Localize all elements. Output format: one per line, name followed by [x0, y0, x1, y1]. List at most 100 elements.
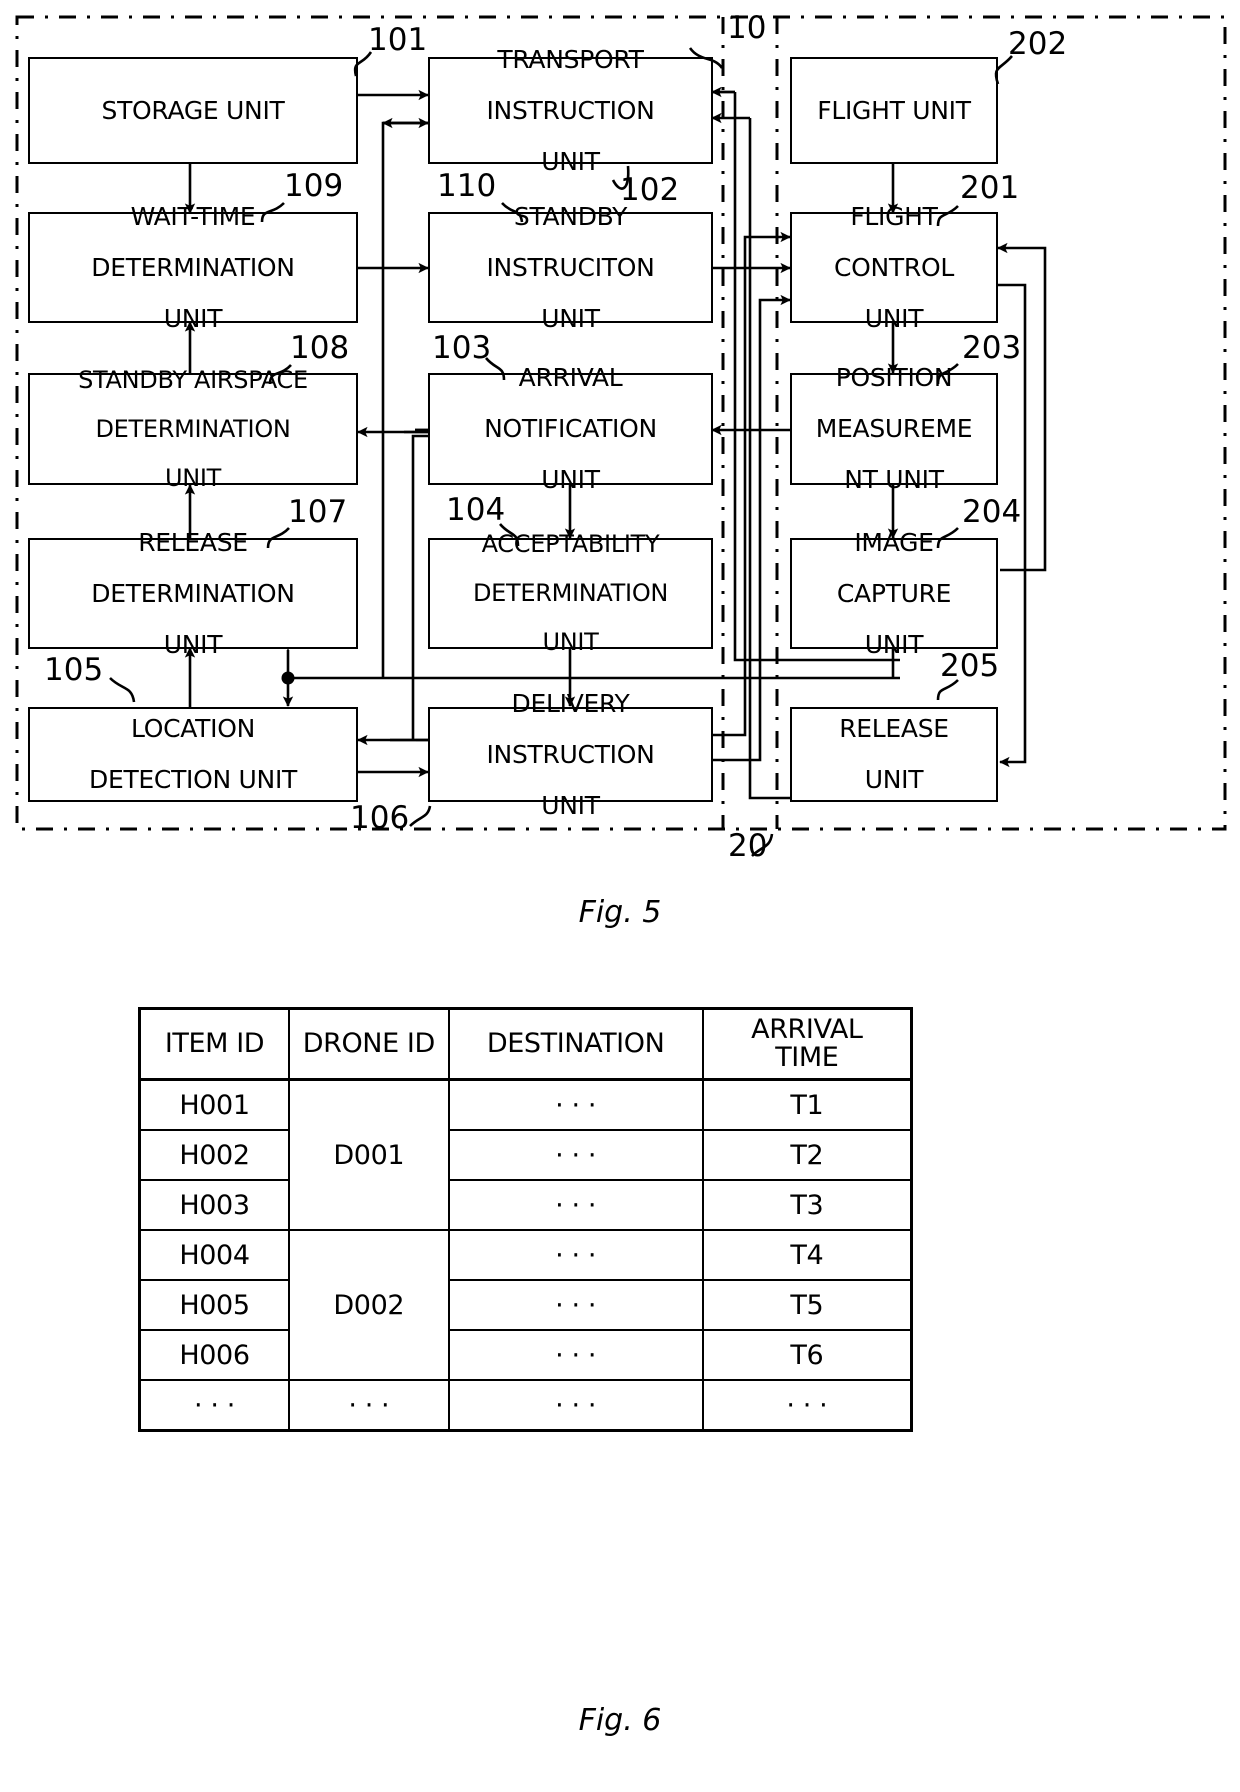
ref-103: 103: [432, 330, 492, 366]
column-header-arrival-time: ARRIVAL TIME: [701, 1007, 913, 1081]
block-position-measurement-unit: POSITION MEASUREME NT UNIT: [790, 365, 998, 492]
table-body: H001 D001 · · · T1 H002 · · · T2 H003 · …: [138, 1078, 913, 1432]
block-label-line: LOCATION: [131, 714, 255, 744]
block-label-line: DETERMINATION: [95, 414, 291, 443]
block-wait-time-determination-unit: WAIT-TIME DETERMINATION UNIT: [28, 204, 358, 331]
ref-204: 204: [962, 494, 1022, 530]
block-label-line: DETERMINATION: [91, 252, 295, 282]
table-row: H004 D002 · · · T4: [138, 1229, 913, 1381]
ref-203: 203: [962, 330, 1022, 366]
block-label-line: UNIT: [541, 790, 600, 820]
block-label-line: DELIVERY: [511, 688, 630, 718]
cell-destination: · · ·: [447, 1129, 704, 1181]
figure-5-caption: Fig. 5: [578, 895, 662, 930]
block-label-line: STANDBY AIRSPACE: [78, 365, 308, 394]
ref-105: 105: [44, 652, 104, 688]
block-label-line: UNIT: [164, 463, 222, 492]
block-label-line: WAIT-TIME: [130, 201, 256, 231]
ref-202: 202: [1008, 26, 1068, 62]
table-row: H002 · · · T2: [138, 1129, 913, 1181]
column-header-label: ITEM ID: [164, 1027, 265, 1059]
column-header-label-line: TIME: [775, 1042, 839, 1073]
block-label-line: INSTRUCITON: [486, 252, 655, 282]
column-header-label: DESTINATION: [486, 1027, 665, 1059]
table-row: H005 · · · T5: [138, 1279, 913, 1331]
cell-item-id: H006: [138, 1329, 290, 1381]
cell-drone-id-group: D002: [288, 1229, 450, 1381]
table-row: H003 · · · T3: [138, 1179, 913, 1231]
block-label-line: ARRIVAL: [518, 363, 623, 393]
table-row: H006 · · · T6: [138, 1329, 913, 1381]
ref-101: 101: [368, 22, 428, 58]
block-label-line: ACCEPTABILITY: [481, 530, 660, 559]
block-label-line: DETECTION UNIT: [89, 765, 297, 795]
cell-arrival-time: T6: [701, 1329, 913, 1381]
cell-arrival-time: T2: [701, 1129, 913, 1181]
block-label-line: POSITION: [835, 363, 953, 393]
column-header-drone-id: DRONE ID: [288, 1007, 450, 1081]
cell-arrival-time: T1: [701, 1078, 913, 1131]
ref-104: 104: [446, 492, 506, 528]
cell-item-id: H002: [138, 1129, 290, 1181]
block-label-line: NOTIFICATION: [484, 414, 657, 444]
cell-drone-id: · · ·: [288, 1379, 450, 1432]
item-management-table: ITEM ID DRONE ID DESTINATION ARRIVAL TIM…: [138, 1007, 913, 1432]
figure-5-block-diagram: STORAGE UNIT WAIT-TIME DETERMINATION UNI…: [0, 0, 1240, 960]
block-label-line: UNIT: [163, 303, 223, 333]
ref-201: 201: [960, 170, 1020, 206]
cell-item-id: H005: [138, 1279, 290, 1331]
ref-10: 10: [727, 10, 767, 46]
cell-arrival-time: T4: [701, 1229, 913, 1281]
block-label-line: CAPTURE: [836, 578, 952, 608]
block-release-determination-unit: RELEASE DETERMINATION UNIT: [28, 530, 358, 657]
block-label-line: UNIT: [542, 628, 599, 657]
cell-destination: · · ·: [447, 1279, 704, 1331]
block-transport-instruction-unit: TRANSPORT INSTRUCTION UNIT: [428, 47, 713, 174]
cell-destination: · · ·: [447, 1329, 704, 1381]
block-standby-instruction-unit: STANDBY INSTRUCITON UNIT: [428, 204, 713, 331]
block-flight-control-unit: FLIGHT CONTROL UNIT: [790, 204, 998, 331]
ref-205: 205: [940, 648, 1000, 684]
ref-106: 106: [350, 800, 410, 836]
cell-arrival-time: T3: [701, 1179, 913, 1231]
block-standby-airspace-determination-unit: STANDBY AIRSPACE DETERMINATION UNIT: [28, 367, 358, 490]
column-header-item-id: ITEM ID: [138, 1007, 290, 1081]
cell-item-id: H001: [138, 1078, 290, 1131]
block-label-line: UNIT: [541, 303, 600, 333]
cell-destination: · · ·: [447, 1379, 704, 1432]
column-header-destination: DESTINATION: [447, 1007, 704, 1081]
block-storage-unit: STORAGE UNIT: [28, 57, 358, 164]
block-label-line: NT UNIT: [844, 465, 944, 495]
ref-108: 108: [290, 330, 350, 366]
cell-item-id: H003: [138, 1179, 290, 1231]
block-label-line: MEASUREME: [815, 414, 973, 444]
column-header-label-line: ARRIVAL: [751, 1013, 863, 1045]
block-label-line: UNIT: [864, 765, 924, 795]
block-label-line: IMAGE: [854, 527, 934, 557]
block-label-line: RELEASE: [839, 714, 949, 744]
block-label-line: UNIT: [541, 465, 600, 495]
block-label: FLIGHT UNIT: [817, 95, 971, 125]
block-label-line: CONTROL: [834, 252, 954, 282]
cell-destination: · · ·: [447, 1179, 704, 1231]
table-row-ellipsis: · · · · · · · · · · · ·: [138, 1379, 913, 1432]
ref-109: 109: [284, 168, 344, 204]
ref-107: 107: [288, 494, 348, 530]
block-label-line: INSTRUCTION: [486, 95, 655, 125]
table-header-row: ITEM ID DRONE ID DESTINATION ARRIVAL TIM…: [138, 1007, 913, 1081]
block-label-line: DETERMINATION: [472, 579, 669, 608]
table-header: ITEM ID DRONE ID DESTINATION ARRIVAL TIM…: [138, 1007, 913, 1081]
cell-item-id: · · ·: [138, 1379, 290, 1432]
block-label-line: UNIT: [864, 303, 924, 333]
figure-6-table-container: ITEM ID DRONE ID DESTINATION ARRIVAL TIM…: [0, 1000, 1240, 1790]
block-arrival-notification-unit: ARRIVAL NOTIFICATION UNIT: [428, 365, 713, 492]
column-header-label: DRONE ID: [302, 1027, 436, 1059]
block-label-line: DETERMINATION: [91, 578, 295, 608]
table-row: H001 D001 · · · T1: [138, 1078, 913, 1231]
block-label-line: INSTRUCTION: [486, 739, 655, 769]
cell-drone-id-group: D001: [288, 1078, 450, 1231]
block-flight-unit: FLIGHT UNIT: [790, 57, 998, 164]
block-label-line: TRANSPORT: [497, 44, 644, 74]
block-label: STORAGE UNIT: [101, 95, 285, 125]
ref-102: 102: [620, 172, 680, 208]
